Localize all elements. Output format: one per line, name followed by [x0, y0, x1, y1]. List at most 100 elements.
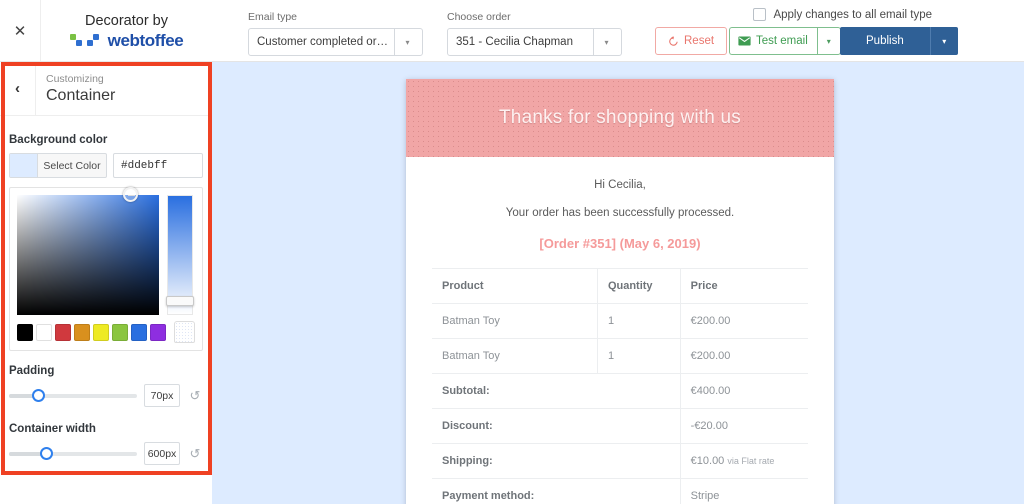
back-chevron-icon[interactable]: ‹ [0, 62, 36, 115]
preset-swatch[interactable] [55, 323, 72, 341]
publish-button[interactable]: Publish [840, 27, 930, 55]
saturation-value-area[interactable] [17, 187, 159, 315]
cell-price: €200.00 [680, 338, 808, 374]
container-width-label: Container width [9, 423, 96, 435]
chevron-down-icon[interactable]: ▾ [394, 29, 420, 55]
preset-swatch[interactable] [74, 323, 91, 341]
email-processed-text: Your order has been successfully process… [505, 207, 735, 219]
email-type-group: Email type Customer completed or… ▾ [248, 11, 423, 56]
customizer-sidebar: ✕ Decorator by webtoffee ‹ Customizing C… [0, 0, 212, 504]
padding-slider-knob[interactable] [32, 388, 46, 402]
apply-all-group: Apply changes to all email type [753, 8, 932, 21]
padding-control: 70px ↺ [9, 384, 203, 407]
table-row-discount: Discount: -€20.00 [432, 408, 808, 444]
reset-button-label: Reset [684, 35, 715, 47]
page-title: Container [46, 86, 116, 104]
publish-dropdown-icon[interactable]: ▾ [929, 27, 958, 55]
container-width-slider-knob[interactable] [39, 446, 53, 460]
background-color-label: Background color [9, 134, 108, 146]
hex-color-input[interactable]: #ddebff [113, 153, 203, 178]
choose-order-group: Choose order 351 - Cecilia Chapman ▾ [447, 11, 622, 56]
test-email-button-label: Test email [756, 35, 808, 47]
container-width-value-input[interactable]: 600px [144, 442, 180, 465]
preset-swatch[interactable] [131, 323, 148, 341]
choose-order-select[interactable]: 351 - Cecilia Chapman ▾ [447, 28, 622, 56]
envelope-icon [738, 36, 751, 46]
color-swatch-preview [10, 154, 38, 177]
shipping-value: €10.00 [690, 455, 725, 467]
test-email-dropdown-icon[interactable]: ▾ [816, 27, 841, 55]
preset-swatch[interactable] [17, 323, 34, 341]
close-icon[interactable]: ✕ [0, 0, 41, 61]
brand-block: Decorator by webtoffee [41, 0, 212, 61]
discount-label: Discount: [432, 408, 681, 444]
hue-handle[interactable] [166, 296, 194, 306]
test-email-button[interactable]: Test email [729, 27, 817, 55]
color-picker-top [17, 187, 195, 315]
container-width-control: 600px ↺ [9, 442, 203, 465]
publish-group: Publish ▾ [840, 27, 958, 55]
email-decorator-app: ✕ Decorator by webtoffee ‹ Customizing C… [0, 0, 1024, 504]
email-greeting: Hi Cecilia, [594, 179, 646, 191]
select-color-button[interactable]: Select Color [9, 153, 107, 178]
email-container[interactable]: Thanks for shopping with us Hi Cecilia, … [406, 79, 834, 504]
apply-all-label: Apply changes to all email type [773, 8, 932, 21]
subtotal-value: €400.00 [680, 373, 808, 409]
webtoffee-logo: webtoffee [69, 30, 184, 51]
sidebar-brand-row: ✕ Decorator by webtoffee [0, 0, 212, 62]
email-header-band[interactable]: Thanks for shopping with us [406, 79, 834, 157]
customizing-header: ‹ Customizing Container [0, 62, 212, 116]
email-type-label: Email type [248, 11, 298, 23]
table-header-row: Product Quantity Price [432, 268, 808, 304]
preset-swatch[interactable] [112, 323, 129, 341]
email-body: Hi Cecilia, Your order has been successf… [406, 157, 834, 504]
padding-slider[interactable] [9, 388, 137, 402]
preset-swatches [17, 321, 195, 343]
email-type-select[interactable]: Customer completed or… ▾ [248, 28, 423, 56]
hue-slider[interactable] [166, 195, 194, 315]
brand-title: Decorator by [84, 12, 168, 29]
table-row: Batman Toy 1 €200.00 [432, 303, 808, 339]
reset-button[interactable]: Reset [655, 27, 728, 55]
background-color-row: Select Color #ddebff [9, 153, 203, 178]
email-type-value: Customer completed or… [257, 36, 389, 48]
preset-swatch[interactable] [36, 323, 53, 341]
webtoffee-logo-mark [69, 34, 104, 47]
select-color-label: Select Color [43, 159, 101, 172]
padding-label: Padding [9, 365, 55, 377]
transparent-swatch-icon[interactable] [174, 321, 195, 343]
padding-reset-icon[interactable]: ↺ [187, 388, 203, 404]
preset-swatch[interactable] [150, 323, 167, 341]
discount-value: -€20.00 [680, 408, 808, 444]
padding-value-input[interactable]: 70px [144, 384, 180, 407]
cell-quantity: 1 [597, 303, 681, 339]
email-header-text: Thanks for shopping with us [499, 107, 741, 128]
toolbar: Email type Customer completed or… ▾ Choo… [212, 0, 1024, 62]
column-header-price: Price [680, 268, 808, 304]
apply-all-checkbox[interactable] [753, 8, 767, 21]
test-email-group: Test email ▾ [729, 27, 841, 55]
container-width-slider[interactable] [9, 446, 137, 460]
table-row: Batman Toy 1 €200.00 [432, 338, 808, 374]
column-header-quantity: Quantity [597, 268, 681, 304]
email-preview-canvas: Thanks for shopping with us Hi Cecilia, … [212, 62, 1024, 504]
brand-wordmark: webtoffee [107, 30, 184, 50]
table-row-payment: Payment method: Stripe [432, 478, 808, 504]
cell-price: €200.00 [680, 303, 808, 339]
payment-method-value: Stripe [680, 478, 808, 504]
shipping-value-cell: €10.00 via Flat rate [680, 443, 808, 479]
cell-quantity: 1 [597, 338, 681, 374]
column-header-product: Product [432, 268, 598, 304]
container-width-reset-icon[interactable]: ↺ [187, 446, 203, 462]
table-row-subtotal: Subtotal: €400.00 [432, 373, 808, 409]
shipping-note: via Flat rate [727, 456, 775, 466]
cell-product: Batman Toy [432, 338, 598, 374]
color-picker [9, 187, 203, 351]
order-table: Product Quantity Price Batman Toy 1 €200… [432, 268, 808, 504]
subtotal-label: Subtotal: [432, 373, 681, 409]
chevron-down-icon[interactable]: ▾ [593, 29, 619, 55]
preset-swatch[interactable] [93, 323, 110, 341]
payment-method-label: Payment method: [432, 478, 681, 504]
saturation-handle[interactable] [123, 187, 138, 202]
choose-order-label: Choose order [447, 11, 511, 23]
